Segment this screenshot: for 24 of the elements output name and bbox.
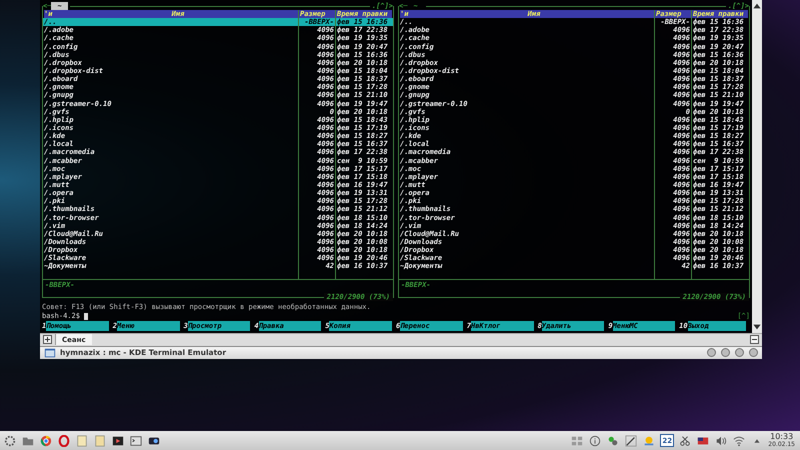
- media-player-icon[interactable]: [111, 434, 125, 448]
- window-keep-button[interactable]: [706, 348, 716, 358]
- circle-icon: [734, 348, 744, 357]
- text-cursor: [84, 312, 88, 320]
- close-tab-button[interactable]: [750, 335, 759, 344]
- clock-time[interactable]: 10:33: [770, 433, 794, 440]
- wifi-icon[interactable]: [732, 434, 746, 448]
- new-tab-button[interactable]: [43, 335, 52, 344]
- circle-icon: [720, 348, 730, 357]
- minus-icon: [751, 336, 758, 343]
- pen-icon[interactable]: [624, 434, 638, 448]
- network-icon[interactable]: [606, 434, 620, 448]
- circle-icon: [706, 348, 716, 357]
- terminal-icon[interactable]: [129, 434, 143, 448]
- scrollbar[interactable]: [752, 0, 762, 332]
- circle-icon: [748, 348, 758, 357]
- close-button[interactable]: [748, 348, 758, 358]
- browser-icon[interactable]: [39, 434, 53, 448]
- scissors-icon[interactable]: [678, 434, 692, 448]
- info-icon[interactable]: [588, 434, 602, 448]
- maximize-button[interactable]: [734, 348, 744, 358]
- terminal-icon: [44, 346, 56, 358]
- plus-icon: [44, 336, 51, 343]
- minimize-button[interactable]: [720, 348, 730, 358]
